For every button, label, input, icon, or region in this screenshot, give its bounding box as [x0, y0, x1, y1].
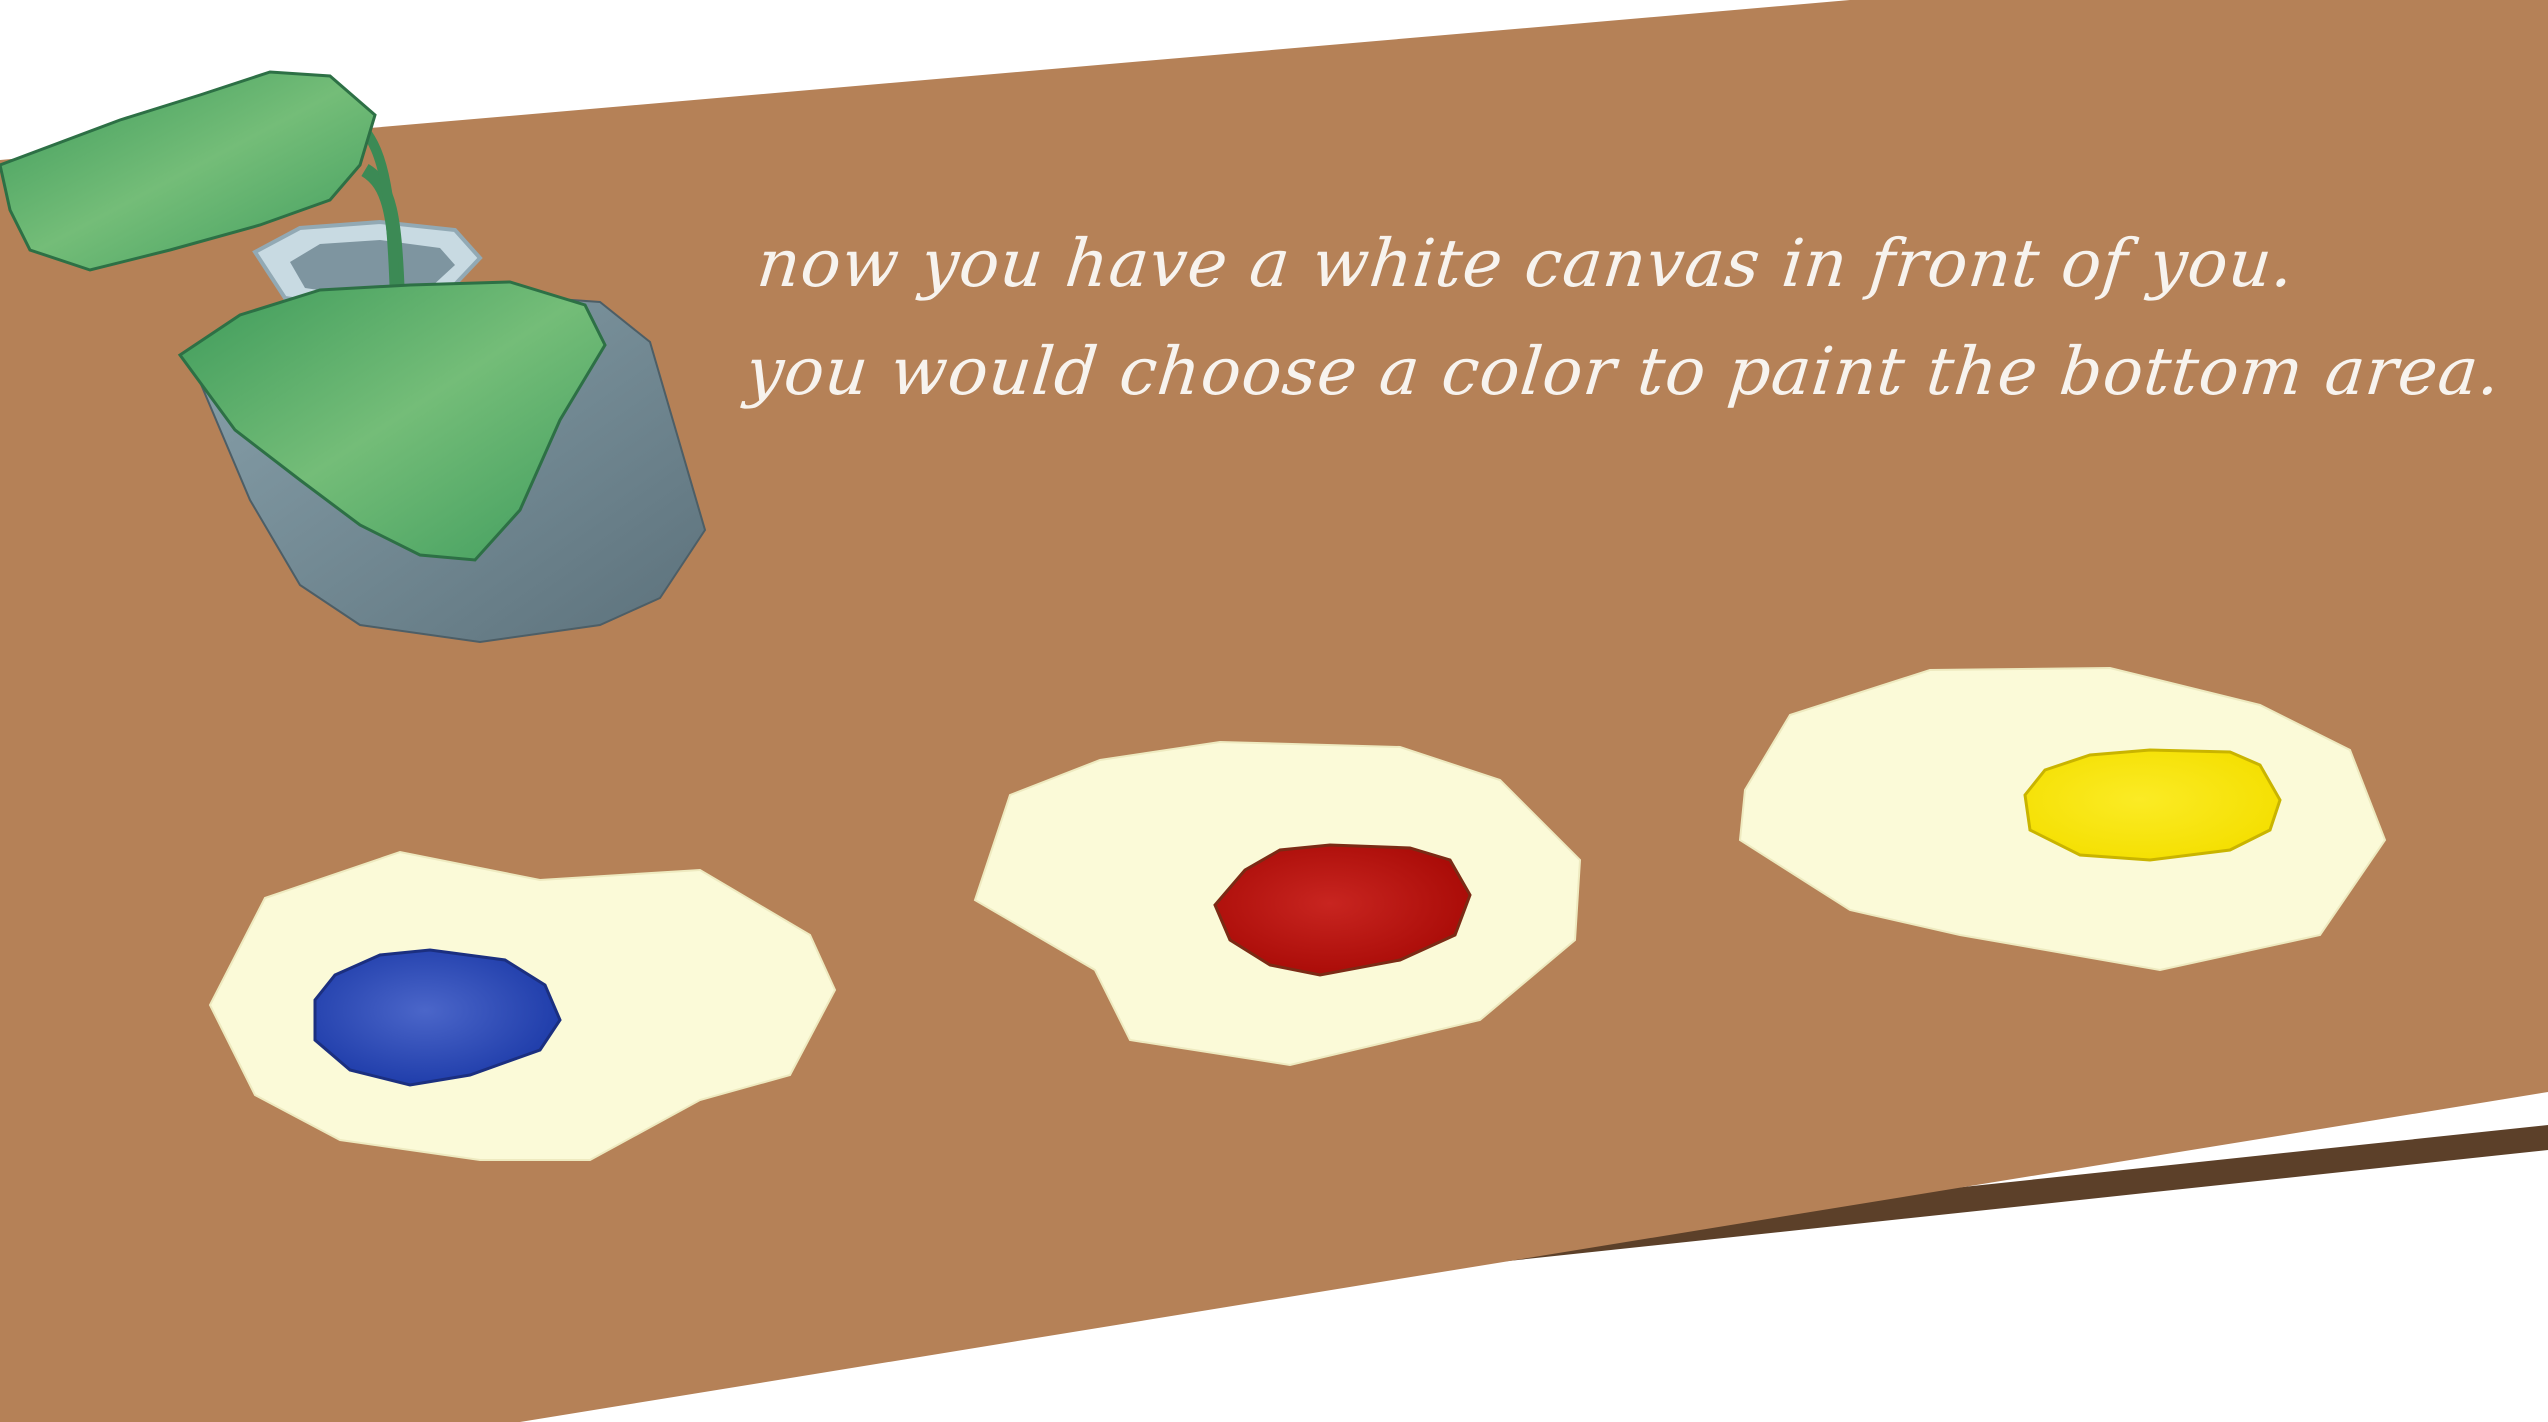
narration-line-1: now you have a white canvas in front of …: [753, 225, 2299, 302]
narration-line-2: you would choose a color to paint the bo…: [742, 333, 2505, 410]
game-scene: now you have a white canvas in front of …: [0, 0, 2548, 1422]
narration-text: now you have a white canvas in front of …: [741, 210, 2548, 426]
yellow-paint-well[interactable]: [2023, 748, 2282, 862]
